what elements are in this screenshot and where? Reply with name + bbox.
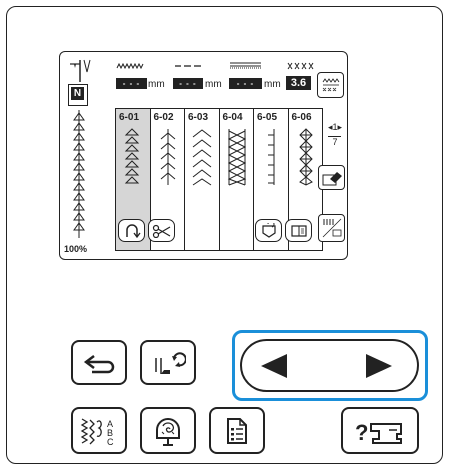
tension-value-box: - - - xyxy=(229,78,262,89)
stitch-zigzag-triangle-icon xyxy=(124,128,140,184)
pattern-list-icon xyxy=(322,218,341,238)
settings-button[interactable] xyxy=(209,407,265,454)
page-total: 7 xyxy=(332,137,338,147)
pocket-icon xyxy=(261,222,276,238)
l-r-shift-icon xyxy=(287,62,314,70)
next-page-button[interactable] xyxy=(364,353,394,384)
stitch-patterns-button[interactable]: A B C xyxy=(71,407,127,454)
back-arrow-icon xyxy=(83,354,115,373)
reverse-stitch-icon xyxy=(125,223,141,238)
presser-foot-indicator: N xyxy=(68,84,88,106)
stitch-label: 6-04 xyxy=(222,112,243,123)
stitch-feather-icon xyxy=(160,129,175,185)
length-unit: mm xyxy=(205,79,222,90)
stitch-abc-icon: A B C xyxy=(80,417,114,447)
scissors-icon xyxy=(152,224,170,238)
stitch-cell[interactable]: 6-04 xyxy=(220,109,254,250)
back-button[interactable] xyxy=(71,340,127,385)
presser-foot-letter: N xyxy=(71,87,84,100)
lcd-panel: N 100% - - - mm - - - mm - - - mm 3.6 6-… xyxy=(59,51,348,260)
pattern-list-button[interactable] xyxy=(318,214,345,242)
prev-page-button[interactable] xyxy=(259,353,289,384)
help-machine-icon: ? xyxy=(355,420,402,445)
width-unit: mm xyxy=(148,79,165,90)
page-next-arrow[interactable]: ▸ xyxy=(338,122,343,132)
embroidery-button[interactable] xyxy=(140,407,196,454)
manual-button[interactable] xyxy=(285,219,312,242)
zoom-label: 100% xyxy=(64,244,88,254)
stitch-label: 6-01 xyxy=(119,112,140,123)
stitch-label: 6-06 xyxy=(291,112,312,123)
svg-text:C: C xyxy=(107,437,114,447)
reverse-stitch-button[interactable] xyxy=(118,219,145,242)
density-icon xyxy=(230,62,261,69)
thread-cut-button[interactable] xyxy=(148,219,175,242)
width-value-box: - - - xyxy=(116,78,147,89)
stitch-preview-icon xyxy=(73,110,85,238)
stitch-herringbone-icon xyxy=(227,129,246,186)
stitch-label: 6-02 xyxy=(153,112,174,123)
stitch-cell[interactable]: 6-03 xyxy=(185,109,220,250)
pocket-button[interactable] xyxy=(255,219,282,242)
tension-unit: mm xyxy=(264,79,281,90)
eraser-icon xyxy=(322,171,342,185)
embroidery-icon xyxy=(156,417,180,446)
stitch-label: 6-05 xyxy=(257,112,278,123)
svg-text:?: ? xyxy=(355,420,368,445)
page-indicator: ◂1▸ xyxy=(322,122,348,133)
presser-foot-rotate-icon xyxy=(155,351,186,374)
book-icon xyxy=(290,224,307,237)
eraser-button[interactable] xyxy=(318,165,345,190)
stitch-setting-button[interactable] xyxy=(317,72,344,98)
triangle-left-icon xyxy=(261,354,287,378)
triangle-right-icon xyxy=(366,354,392,378)
stitch-setting-icon xyxy=(322,78,339,92)
stitch-label: 6-03 xyxy=(188,112,209,123)
stitch-chevron-icon xyxy=(192,129,212,186)
width-zigzag-icon xyxy=(116,62,144,70)
tension-value: 3.6 xyxy=(286,76,311,90)
length-value-box: - - - xyxy=(173,78,203,89)
help-button[interactable]: ? xyxy=(341,407,419,454)
length-stitch-icon xyxy=(175,65,201,67)
presser-foot-button[interactable] xyxy=(140,340,196,385)
stitch-ladder-icon xyxy=(268,129,275,185)
document-list-icon xyxy=(227,417,247,444)
